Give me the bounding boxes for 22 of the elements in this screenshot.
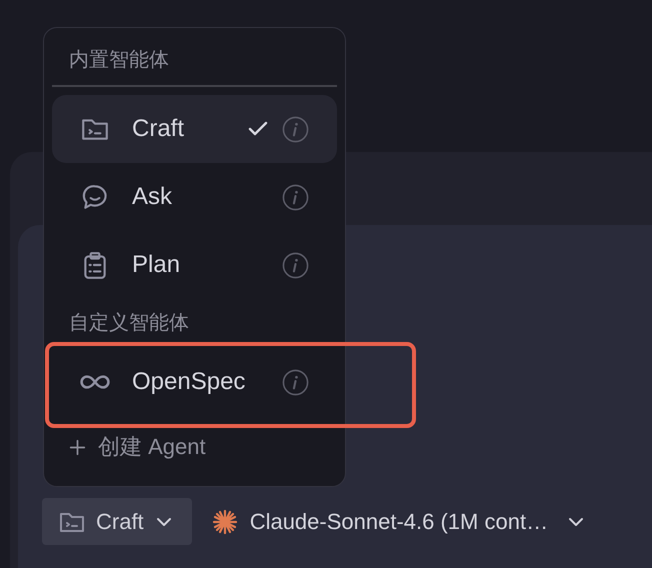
create-agent-button[interactable]: 创建 Agent [69, 432, 320, 462]
info-icon[interactable] [282, 252, 309, 278]
agent-name: Ask [132, 183, 174, 211]
plus-icon [69, 438, 86, 456]
agent-dropdown-button[interactable]: Craft [42, 498, 192, 545]
agent-menu-item[interactable]: OpenSpec [52, 348, 337, 416]
agent-name: Craft [132, 115, 186, 143]
agent-menu-item[interactable]: Craft [52, 95, 337, 163]
info-icon[interactable] [282, 184, 309, 210]
section-header: 内置智能体 [52, 36, 337, 87]
agent-name: OpenSpec [132, 368, 246, 396]
model-selector[interactable]: Claude-Sonnet-4.6 (1M cont… [212, 508, 586, 534]
agent-name: Plan [132, 251, 182, 279]
agent-menu-item[interactable]: Plan [52, 231, 337, 299]
model-name: Claude-Sonnet-4.6 (1M cont… [250, 508, 548, 534]
agent-label: Craft [96, 508, 144, 534]
starburst-icon [212, 508, 238, 534]
info-icon[interactable] [282, 116, 309, 142]
info-icon[interactable] [282, 368, 309, 396]
section-header: 自定义智能体 [68, 311, 190, 336]
agent-menu-item[interactable]: Ask [52, 163, 337, 231]
create-agent-label: 创建 Agent [98, 433, 206, 461]
